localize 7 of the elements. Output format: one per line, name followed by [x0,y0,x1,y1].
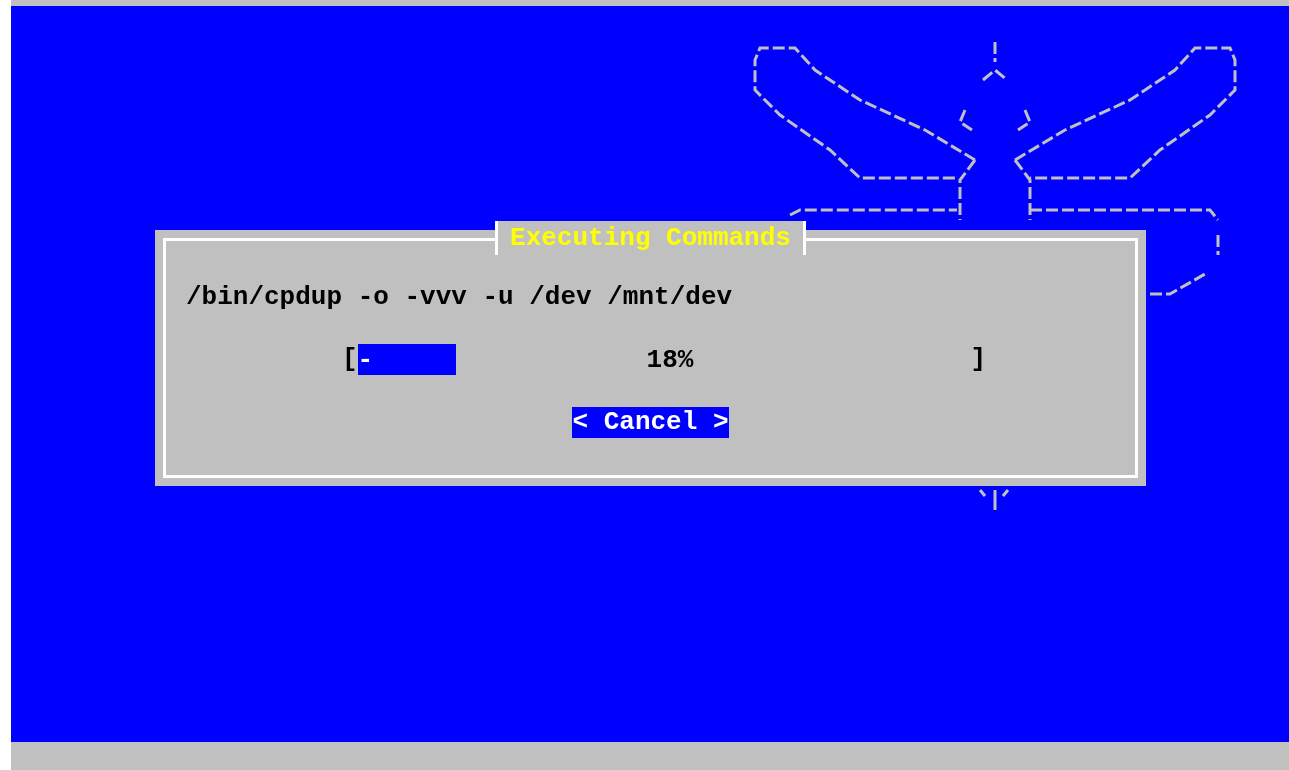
cancel-button[interactable]: < Cancel > [572,407,729,438]
command-text: /bin/cpdup -o -vvv -u /dev /mnt/dev [186,281,734,313]
spinner: - [357,343,374,376]
dialog-title: Executing Commands [495,221,806,255]
progress-percent: 18% [646,343,694,376]
bracket: ] [970,343,987,375]
bracket: [ [342,343,358,375]
